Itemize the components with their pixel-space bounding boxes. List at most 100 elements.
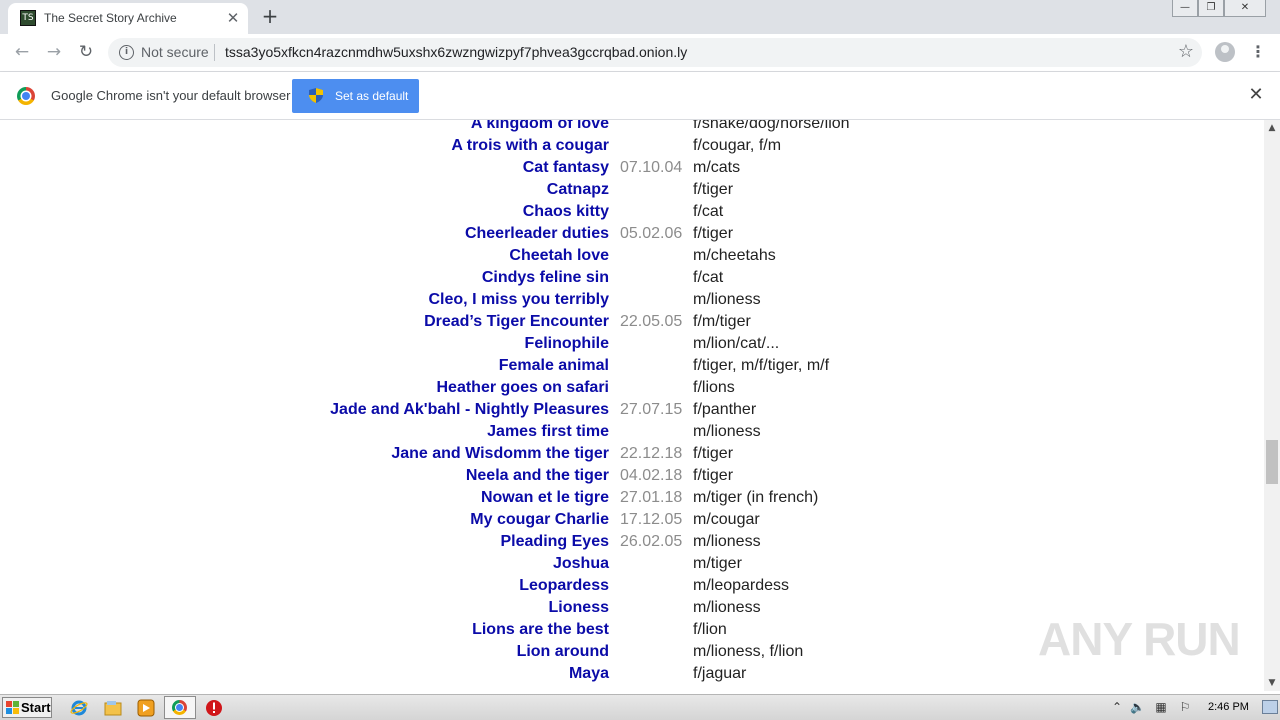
story-row: Jade and Ak'bahl - Nightly Pleasures 27.0…: [0, 400, 1264, 422]
story-row: A trois with a cougar f/cougar, f/m: [0, 136, 1264, 158]
story-title-link[interactable]: Cheerleader duties: [465, 224, 609, 244]
story-date: 26.02.05: [620, 533, 683, 550]
story-title-link[interactable]: Chaos kitty: [523, 202, 609, 222]
story-title-link[interactable]: James first time: [487, 422, 609, 442]
story-row: Cindys feline sin f/cat: [0, 268, 1264, 290]
browser-menu-icon[interactable]: ⋮: [1250, 41, 1266, 63]
set-as-default-button[interactable]: Set as default: [292, 79, 419, 113]
browser-toolbar: ← → ↻ i Not secure tssa3yo5xfkcn4razcnmd…: [0, 34, 1280, 72]
story-title-link[interactable]: Heather goes on safari: [437, 378, 610, 398]
uac-shield-icon: [309, 88, 323, 103]
story-title-link[interactable]: Female animal: [499, 356, 609, 376]
close-window-button[interactable]: ✕: [1224, 0, 1266, 17]
internet-explorer-icon[interactable]: [70, 699, 88, 717]
story-title-link[interactable]: Cheetah love: [509, 246, 609, 266]
taskbar-clock[interactable]: 2:46 PM: [1208, 701, 1249, 713]
back-button[interactable]: ←: [10, 40, 34, 64]
story-title-link[interactable]: Lions are the best: [472, 620, 609, 640]
story-title-link[interactable]: Jade and Ak'bahl - Nightly Pleasures: [330, 400, 609, 420]
story-tags: f/panther: [693, 401, 757, 418]
minimize-button[interactable]: —: [1172, 0, 1198, 17]
story-title-link[interactable]: Felinophile: [525, 334, 609, 354]
story-title-link[interactable]: Pleading Eyes: [501, 532, 610, 552]
anyrun-watermark: ANY RUN: [1038, 606, 1241, 668]
browser-tab[interactable]: TS The Secret Story Archive ✕: [8, 3, 248, 34]
story-title-link[interactable]: Nowan et le tigre: [481, 488, 609, 508]
reload-button[interactable]: ↻: [74, 40, 98, 64]
story-tags: m/lioness: [693, 291, 761, 308]
profile-avatar-icon[interactable]: [1215, 42, 1235, 62]
story-tags: m/tiger: [693, 555, 742, 572]
tray-expand-icon[interactable]: ⌃: [1110, 700, 1124, 714]
story-title-link[interactable]: Jane and Wisdomm the tiger: [391, 444, 609, 464]
infobar-close-icon[interactable]: ✕: [1247, 86, 1265, 104]
story-row: Leopardess m/leopardess: [0, 576, 1264, 598]
action-center-flag-icon[interactable]: ⚐: [1178, 700, 1192, 714]
story-title-link[interactable]: A trois with a cougar: [451, 136, 609, 156]
windows-taskbar: Start ⌃ 🔈 ▦ ⚐ 2:46 PM: [0, 694, 1280, 720]
bookmark-star-icon[interactable]: ☆: [1178, 41, 1194, 62]
story-tags: f/cougar, f/m: [693, 137, 782, 154]
story-date: 07.10.04: [620, 159, 683, 176]
story-title-link[interactable]: Joshua: [553, 554, 609, 574]
story-tags: f/tiger: [693, 445, 734, 462]
story-row: Neela and the tiger 04.02.18 f/tiger: [0, 466, 1264, 488]
story-tags: m/lioness, f/lion: [693, 643, 804, 660]
scroll-thumb[interactable]: [1266, 440, 1278, 484]
story-tags: m/lion/cat/...: [693, 335, 780, 352]
chrome-taskbar-icon: [172, 700, 187, 715]
story-title-link[interactable]: Leopardess: [519, 576, 609, 596]
info-icon[interactable]: i: [119, 45, 134, 60]
story-tags: f/m/tiger: [693, 313, 751, 330]
media-player-icon[interactable]: [137, 699, 155, 717]
story-tags: m/leopardess: [693, 577, 790, 594]
scroll-down-arrow-icon[interactable]: ▼: [1264, 675, 1280, 691]
stop-sign-icon[interactable]: [205, 699, 223, 717]
file-explorer-icon[interactable]: [104, 699, 122, 717]
story-title-link[interactable]: Dread’s Tiger Encounter: [424, 312, 609, 332]
story-row: Felinophile m/lion/cat/...: [0, 334, 1264, 356]
windows-logo-icon: [6, 701, 19, 714]
forward-button[interactable]: →: [42, 40, 66, 64]
volume-icon[interactable]: 🔈: [1130, 700, 1145, 714]
set-as-default-label: Set as default: [335, 89, 409, 103]
story-title-link[interactable]: Cleo, I miss you terribly: [429, 290, 610, 310]
story-row: Female animal f/tiger, m/f/tiger, m/f: [0, 356, 1264, 378]
story-title-link[interactable]: Maya: [569, 664, 609, 684]
story-tags: f/tiger: [693, 181, 734, 198]
new-tab-button[interactable]: +: [258, 5, 282, 29]
story-tags: m/lioness: [693, 533, 761, 550]
security-label[interactable]: Not secure: [141, 44, 209, 60]
omnibox-divider: [214, 44, 215, 61]
page-scrollbar[interactable]: ▲ ▼: [1264, 120, 1280, 691]
show-desktop-icon[interactable]: [1262, 700, 1278, 714]
restore-button[interactable]: ❐: [1198, 0, 1224, 17]
story-tags: m/cheetahs: [693, 247, 776, 264]
story-title-link[interactable]: Cat fantasy: [523, 158, 609, 178]
start-button[interactable]: Start: [2, 697, 52, 718]
story-title-link[interactable]: Cindys feline sin: [482, 268, 609, 288]
story-title-link[interactable]: My cougar Charlie: [470, 510, 609, 530]
story-tags: m/tiger (in french): [693, 489, 819, 506]
story-title-link[interactable]: Catnapz: [547, 180, 609, 200]
network-icon[interactable]: ▦: [1154, 700, 1168, 714]
story-row: Pleading Eyes 26.02.05 m/lioness: [0, 532, 1264, 554]
story-title-link[interactable]: Lioness: [549, 598, 609, 618]
close-tab-icon[interactable]: ✕: [224, 9, 242, 27]
tab-title: The Secret Story Archive: [44, 11, 177, 25]
taskbar-chrome-button[interactable]: [164, 696, 196, 719]
scroll-up-arrow-icon[interactable]: ▲: [1264, 120, 1280, 136]
story-title-link[interactable]: Lion around: [517, 642, 609, 662]
story-date: 27.01.18: [620, 489, 683, 506]
story-title-link[interactable]: Neela and the tiger: [466, 466, 609, 486]
story-tags: f/tiger: [693, 225, 734, 242]
address-bar[interactable]: i Not secure tssa3yo5xfkcn4razcnmdhw5uxs…: [108, 38, 1202, 67]
watermark-text: ANY RUN: [1038, 613, 1241, 665]
story-row: Dread’s Tiger Encounter 22.05.05 f/m/tiger: [0, 312, 1264, 334]
story-date: 04.02.18: [620, 467, 683, 484]
url-text[interactable]: tssa3yo5xfkcn4razcnmdhw5uxshx6zwzngwizpy…: [225, 44, 687, 60]
infobar-message: Google Chrome isn't your default browser: [51, 88, 291, 103]
story-title-link[interactable]: A kingdom of love: [471, 120, 609, 134]
story-date: 22.12.18: [620, 445, 683, 462]
story-row: A kingdom of love f/snake/dog/horse/lion: [0, 120, 1264, 136]
